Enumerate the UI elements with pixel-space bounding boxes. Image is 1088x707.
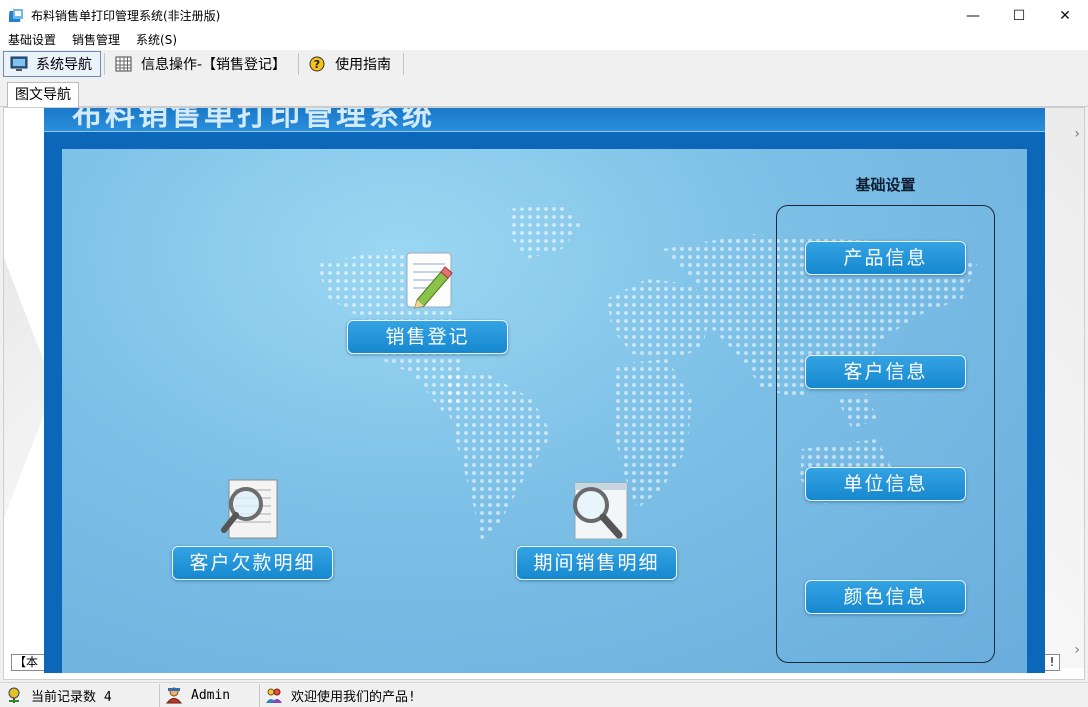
close-icon: ✕	[1059, 7, 1071, 24]
record-count-cell: 当前记录数 4	[0, 683, 160, 707]
product-info-button[interactable]: 产品信息	[805, 241, 966, 275]
color-info-button[interactable]: 颜色信息	[805, 580, 966, 614]
user-guide-label: 使用指南	[335, 57, 392, 73]
welcome-text: 欢迎使用我们的产品!	[291, 689, 416, 705]
svg-text:?: ?	[314, 58, 320, 71]
menu-sales-management[interactable]: 销售管理	[64, 31, 128, 50]
user-name: Admin	[191, 687, 231, 703]
menu-bar: 基础设置 销售管理 系统(S)	[0, 31, 1088, 50]
banner-title: 布料销售单打印管理系统	[72, 108, 435, 132]
menu-system[interactable]: 系统(S)	[128, 31, 185, 50]
customer-info-button[interactable]: 客户信息	[805, 355, 966, 389]
period-sales-button[interactable]: 期间销售明细	[516, 546, 677, 580]
user-cell: Admin	[160, 683, 260, 707]
system-nav-label: 系统导航	[36, 57, 92, 73]
welcome-cell: 欢迎使用我们的产品!	[260, 684, 416, 707]
user-guide-button[interactable]: ? 使用指南	[302, 51, 400, 77]
people-icon	[266, 688, 282, 703]
chevron-right-icon: ›	[1074, 126, 1080, 142]
monitor-icon	[10, 56, 28, 71]
maximize-button[interactable]: ☐	[996, 0, 1042, 31]
menu-basic-settings[interactable]: 基础设置	[0, 31, 64, 50]
pencil-paper-icon	[406, 252, 453, 309]
content-area: › › 【本 ! 布料销售单打印管理系统 基础设置 销售登记 客户欠款明细 期间…	[3, 107, 1085, 680]
tab-strip: 图文导航	[0, 80, 1088, 108]
maximize-icon: ☐	[1012, 7, 1026, 24]
close-button[interactable]: ✕	[1042, 0, 1088, 31]
system-nav-button[interactable]: 系统导航	[3, 51, 101, 77]
toolbar: 系统导航 信息操作-【销售登记】 ? 使用指南	[0, 50, 1088, 78]
chevron-right-icon: ›	[1074, 642, 1080, 658]
decorative-shape	[4, 258, 44, 518]
grid-icon	[115, 56, 132, 72]
info-operation-label: 信息操作-【销售登记】	[141, 57, 287, 73]
customer-debt-button[interactable]: 客户欠款明细	[172, 546, 333, 580]
banner-divider	[44, 131, 1045, 132]
navigation-panel: 布料销售单打印管理系统 基础设置 销售登记 客户欠款明细 期间销售明细 产品信息…	[44, 108, 1045, 673]
tab-graphic-nav[interactable]: 图文导航	[7, 82, 79, 108]
banner: 布料销售单打印管理系统	[44, 108, 1045, 132]
pin-icon	[8, 687, 20, 703]
toolbar-separator	[298, 53, 300, 75]
minimize-button[interactable]: —	[950, 0, 996, 31]
side-group-title: 基础设置	[855, 176, 916, 194]
sales-register-button[interactable]: 销售登记	[347, 320, 508, 354]
info-operation-button[interactable]: 信息操作-【销售登记】	[108, 51, 295, 77]
window-title: 布料销售单打印管理系统(非注册版)	[31, 9, 221, 23]
partial-label-right: !	[1044, 654, 1060, 671]
record-count-text: 当前记录数 4	[31, 689, 112, 705]
unit-info-button[interactable]: 单位信息	[805, 467, 966, 501]
help-icon: ?	[309, 56, 325, 72]
app-icon	[9, 8, 23, 22]
title-bar: 布料销售单打印管理系统(非注册版) — ☐ ✕	[0, 0, 1088, 31]
nav-background: 基础设置 销售登记 客户欠款明细 期间销售明细 产品信息 客户信息 单位信息 颜…	[62, 149, 1027, 673]
window-magnifier-icon	[573, 482, 628, 540]
status-bar: 当前记录数 4 Admin 欢迎使用我们的产品!	[0, 682, 1088, 707]
document-magnifier-icon	[221, 479, 278, 539]
decorative-shape	[1044, 108, 1084, 668]
user-icon	[165, 687, 183, 704]
minimize-icon: —	[966, 7, 980, 24]
toolbar-separator	[403, 53, 405, 75]
toolbar-separator	[104, 53, 105, 75]
